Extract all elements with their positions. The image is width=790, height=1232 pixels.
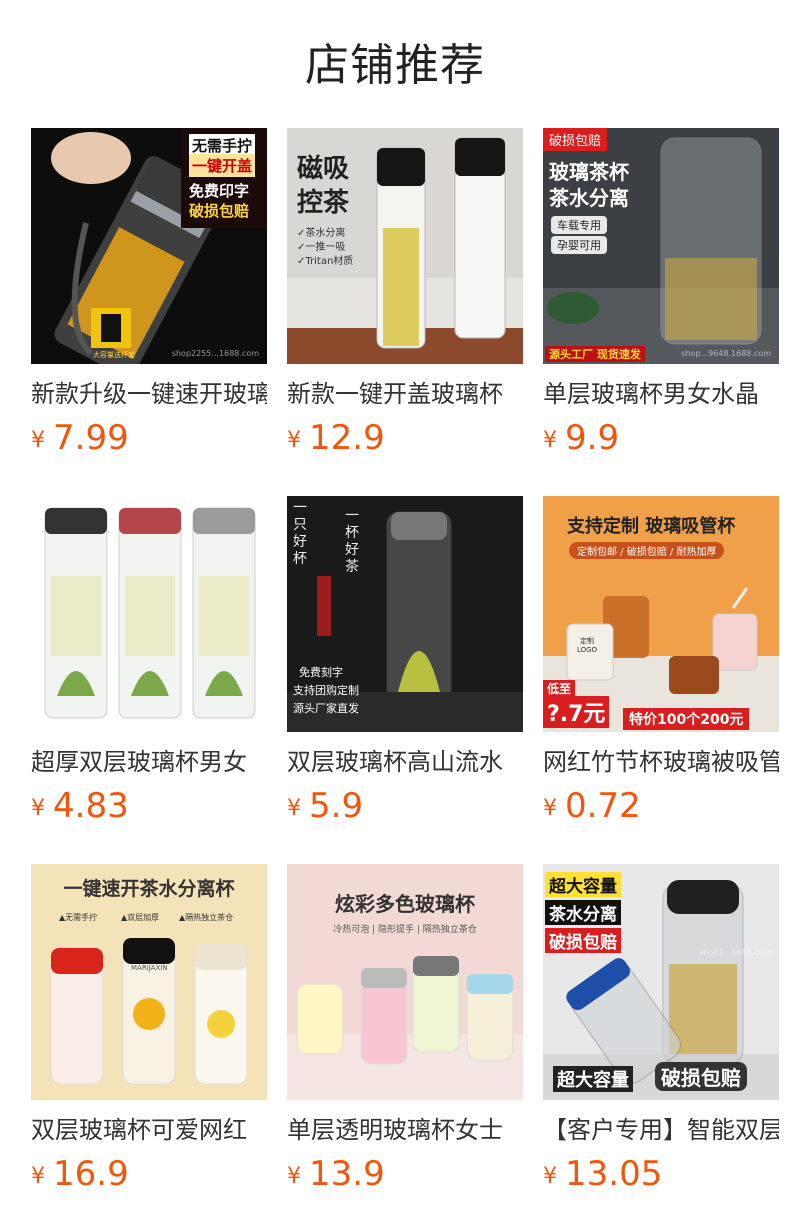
product-image[interactable]: 炫彩多色玻璃杯 冷热可泡 | 隐形提手 | 隔热独立茶仓 <box>287 864 523 1100</box>
product-name[interactable]: 新款升级一键速开玻璃 <box>31 378 267 410</box>
currency-symbol: ¥ <box>543 428 557 453</box>
watermark: shop2...1688.com <box>699 948 771 957</box>
product-price: ¥4.83 <box>31 786 267 826</box>
product-price: ¥5.9 <box>287 786 523 826</box>
product-card[interactable]: 支持定制 玻璃吸管杯 定制包邮 / 破损包赔 / 耐热加厚 低至 ?.7元 特价… <box>543 496 779 826</box>
product-price: ¥13.05 <box>543 1154 779 1194</box>
product-name[interactable]: 双层玻璃杯可爱网红 <box>31 1114 267 1146</box>
image-badge: 支持团购定制 <box>293 684 359 697</box>
product-card[interactable]: 超厚双层玻璃杯男女 ¥4.83 <box>31 496 267 826</box>
currency-symbol: ¥ <box>287 796 301 821</box>
currency-symbol: ¥ <box>31 1164 45 1189</box>
image-badge: 破损包赔 <box>189 202 250 220</box>
image-badge: ✓茶水分离 <box>297 228 346 239</box>
price-value: 4.83 <box>53 786 129 826</box>
currency-symbol: ¥ <box>31 796 45 821</box>
image-badge: 定制 LOGO <box>576 637 598 654</box>
image-badge: 破损包赔 <box>545 928 621 953</box>
product-price: ¥13.9 <box>287 1154 523 1194</box>
price-value: 12.9 <box>309 418 385 458</box>
currency-symbol: ¥ <box>543 1164 557 1189</box>
product-image[interactable]: 破损包赔 玻璃茶杯 茶水分离 车载专用 孕婴可用 源头工厂 现货速发 shop.… <box>543 128 779 364</box>
product-price: ¥0.72 <box>543 786 779 826</box>
image-badge: 低至 <box>543 680 576 697</box>
image-badge: ✓一推一吸 <box>297 242 346 253</box>
image-badge: ▲双层加厚 <box>121 913 160 922</box>
image-badge: 超大容量 <box>545 872 621 897</box>
image-badge: 茶水分离 <box>549 186 629 210</box>
image-badge: 玻璃茶杯 <box>549 160 629 184</box>
image-badge: 源头厂家直发 <box>293 702 359 715</box>
price-value: 0.72 <box>565 786 641 826</box>
product-card[interactable]: 磁吸 控茶 ✓茶水分离 ✓一推一吸 ✓Tritan材质 新款一键开盖玻璃杯 ¥1… <box>287 128 523 458</box>
product-name[interactable]: 网红竹节杯玻璃被吸管 <box>543 746 779 778</box>
image-badge: 源头工厂 现货速发 <box>545 346 645 362</box>
product-image[interactable]: 一只好杯 一杯好茶 免费刻字 支持团购定制 源头厂家直发 <box>287 496 523 732</box>
image-badge: 破损包赔 <box>655 1062 747 1091</box>
product-price: ¥16.9 <box>31 1154 267 1194</box>
product-name[interactable]: 单层透明玻璃杯女士 <box>287 1114 523 1146</box>
price-value: 9.9 <box>565 418 620 458</box>
product-image[interactable]: 超大容量 茶水分离 破损包赔 超大容量 破损包赔 shop2...1688.co… <box>543 864 779 1100</box>
image-badge: 一键开盖 <box>189 154 256 177</box>
product-card[interactable]: 一键速开茶水分离杯 ▲无需手拧 ▲双层加厚 ▲隔热独立茶仓 MARIJAXIN … <box>31 864 267 1194</box>
product-card[interactable]: 炫彩多色玻璃杯 冷热可泡 | 隐形提手 | 隔热独立茶仓 单层透明玻璃杯女士 ¥… <box>287 864 523 1194</box>
image-badge: 免费印字 <box>189 182 250 200</box>
image-badge: 一杯好茶 <box>345 508 359 575</box>
product-name[interactable]: 双层玻璃杯高山流水 <box>287 746 523 778</box>
image-badge: 一键速开茶水分离杯 <box>63 878 235 900</box>
product-name[interactable]: 超厚双层玻璃杯男女 <box>31 746 267 778</box>
product-card[interactable]: 破损包赔 玻璃茶杯 茶水分离 车载专用 孕婴可用 源头工厂 现货速发 shop.… <box>543 128 779 458</box>
product-image[interactable]: 一键速开茶水分离杯 ▲无需手拧 ▲双层加厚 ▲隔热独立茶仓 MARIJAXIN <box>31 864 267 1100</box>
product-image[interactable]: 支持定制 玻璃吸管杯 定制包邮 / 破损包赔 / 耐热加厚 低至 ?.7元 特价… <box>543 496 779 732</box>
product-image[interactable] <box>31 496 267 732</box>
image-badge: 特价100个200元 <box>623 708 750 730</box>
product-name[interactable]: 单层玻璃杯男女水晶 <box>543 378 779 410</box>
image-badge: 一只好杯 <box>293 500 307 567</box>
image-badge: MARIJAXIN <box>131 964 168 972</box>
image-badge: 孕婴可用 <box>551 236 607 254</box>
product-price: ¥9.9 <box>543 418 779 458</box>
image-badge: 车载专用 <box>551 216 607 234</box>
image-badge: 冷热可泡 | 隐形提手 | 隔热独立茶仓 <box>333 925 477 935</box>
image-badge: ✓Tritan材质 <box>297 256 354 267</box>
image-badge: 控茶 <box>297 188 350 218</box>
currency-symbol: ¥ <box>31 428 45 453</box>
image-badge: ?.7元 <box>543 696 610 728</box>
image-badge: 超大容量 <box>553 1066 633 1092</box>
product-price: ¥12.9 <box>287 418 523 458</box>
product-name[interactable]: 新款一键开盖玻璃杯 <box>287 378 523 410</box>
price-value: 7.99 <box>53 418 129 458</box>
watermark: shop2255...1688.com <box>171 349 259 358</box>
image-badge: 炫彩多色玻璃杯 <box>335 892 475 916</box>
product-card[interactable]: 无需手拧 一键开盖 免费印字 破损包赔 大容量送杯套 shop2255...16… <box>31 128 267 458</box>
price-value: 13.05 <box>565 1154 663 1194</box>
price-value: 13.9 <box>309 1154 385 1194</box>
currency-symbol: ¥ <box>543 796 557 821</box>
image-badge: 大容量送杯套 <box>93 351 135 359</box>
product-image[interactable]: 磁吸 控茶 ✓茶水分离 ✓一推一吸 ✓Tritan材质 <box>287 128 523 364</box>
image-badge: 免费刻字 <box>299 666 343 679</box>
page-title: 店铺推荐 <box>305 40 485 91</box>
image-badge: 磁吸 <box>297 154 350 184</box>
product-image[interactable]: 无需手拧 一键开盖 免费印字 破损包赔 大容量送杯套 shop2255...16… <box>31 128 267 364</box>
currency-symbol: ¥ <box>287 1164 301 1189</box>
currency-symbol: ¥ <box>287 428 301 453</box>
image-badge: 支持定制 玻璃吸管杯 <box>567 516 736 537</box>
image-badge: 茶水分离 <box>545 900 621 925</box>
image-badge: ▲隔热独立茶仓 <box>179 913 234 922</box>
image-badge: 破损包赔 <box>543 128 608 151</box>
product-card[interactable]: 超大容量 茶水分离 破损包赔 超大容量 破损包赔 shop2...1688.co… <box>543 864 779 1194</box>
price-value: 5.9 <box>309 786 364 826</box>
price-value: 16.9 <box>53 1154 129 1194</box>
image-badge: 定制包邮 / 破损包赔 / 耐热加厚 <box>569 542 725 559</box>
product-price: ¥7.99 <box>31 418 267 458</box>
image-badge: ▲无需手拧 <box>59 913 98 922</box>
watermark: shop...9648.1688.com <box>681 349 771 358</box>
product-name[interactable]: 【客户专用】智能双层 <box>543 1114 779 1146</box>
product-card[interactable]: 一只好杯 一杯好茶 免费刻字 支持团购定制 源头厂家直发 双层玻璃杯高山流水 ¥… <box>287 496 523 826</box>
